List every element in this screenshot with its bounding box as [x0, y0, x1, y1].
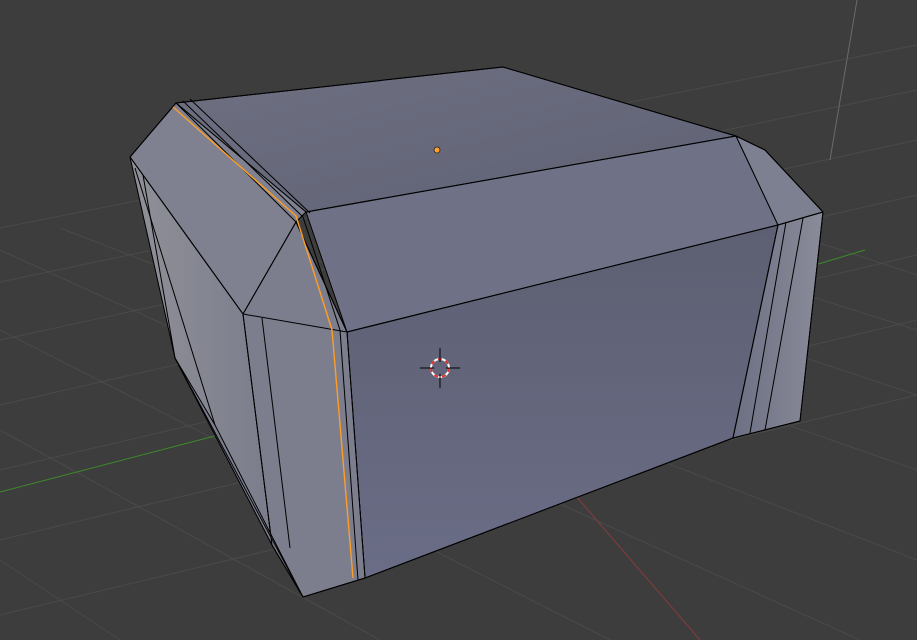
grid-line [0, 559, 121, 640]
y-axis-line-far [814, 249, 866, 266]
3d-viewport[interactable] [0, 0, 917, 640]
x-axis-line [574, 494, 701, 640]
beveled-cube-mesh[interactable] [129, 66, 824, 598]
z-axis-line [829, 0, 858, 161]
viewport-scene[interactable] [0, 0, 917, 640]
object-origin-dot[interactable] [433, 146, 441, 154]
